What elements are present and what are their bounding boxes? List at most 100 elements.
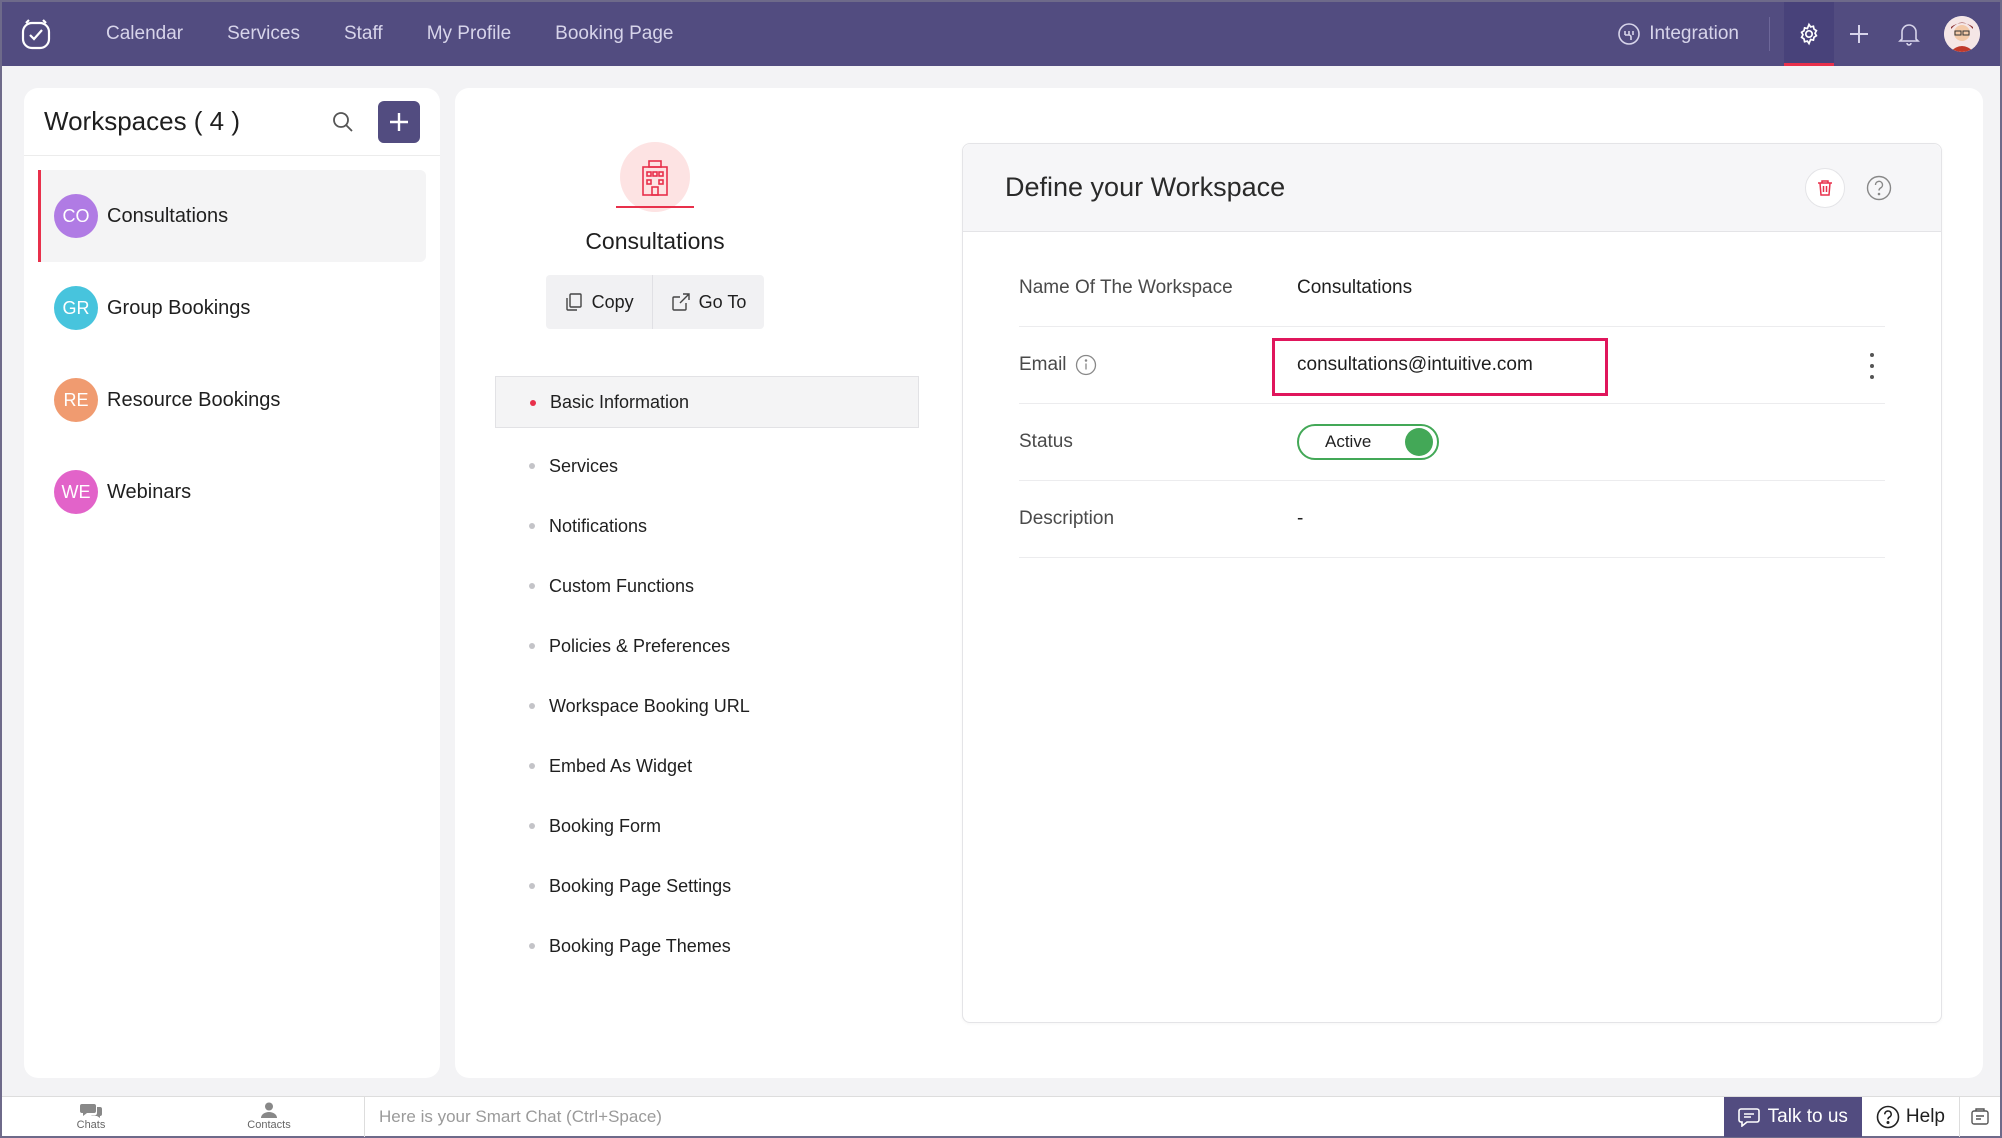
delete-workspace-button[interactable] <box>1805 167 1845 208</box>
menu-custom-functions[interactable]: Custom Functions <box>495 556 919 616</box>
settings-menu: Basic Information Services Notifications… <box>495 376 919 976</box>
contacts-label: Contacts <box>247 1119 291 1131</box>
menu-label: Basic Information <box>550 391 690 412</box>
info-icon[interactable] <box>1075 354 1097 376</box>
menu-booking-page-settings[interactable]: Booking Page Settings <box>495 856 919 916</box>
copy-label: Copy <box>591 291 634 312</box>
app-window: Calendar Services Staff My Profile Booki… <box>0 0 2002 1138</box>
workspace-name: Webinars <box>107 480 192 503</box>
copy-icon <box>565 293 582 311</box>
menu-embed-as-widget[interactable]: Embed As Widget <box>495 736 919 796</box>
search-icon <box>333 111 353 132</box>
menu-notifications[interactable]: Notifications <box>495 496 919 556</box>
question-icon <box>1866 175 1892 200</box>
chats-label: Chats <box>76 1119 106 1131</box>
workspaces-panel: Workspaces ( 4 ) CO Consultations GR Gro… <box>24 88 440 1078</box>
menu-label: Booking Form <box>549 815 662 836</box>
external-link-icon <box>671 293 690 311</box>
workspaces-header: Workspaces ( 4 ) <box>24 88 440 156</box>
menu-policies-preferences[interactable]: Policies & Preferences <box>495 616 919 676</box>
workspace-avatar: GR <box>54 286 98 330</box>
menu-booking-form[interactable]: Booking Form <box>495 796 919 856</box>
support-icon[interactable] <box>1960 1097 2000 1137</box>
chat-bubbles-icon <box>80 1104 102 1118</box>
workspace-actions: Copy Go To <box>545 275 765 329</box>
app-logo-icon[interactable] <box>18 16 54 52</box>
menu-label: Services <box>549 455 619 476</box>
description-value[interactable]: - <box>1297 508 1303 530</box>
name-value[interactable]: Consultations <box>1297 277 1412 299</box>
menu-label: Custom Functions <box>549 575 695 596</box>
settings-button[interactable] <box>1784 2 1834 66</box>
status-label: Status <box>1019 431 1073 452</box>
bell-icon <box>1898 24 1920 46</box>
more-options-icon[interactable] <box>1869 353 1875 379</box>
status-value: Active <box>1325 432 1372 451</box>
chat-icon <box>1737 1107 1760 1127</box>
name-label: Name Of The Workspace <box>1019 277 1233 298</box>
email-value[interactable]: consultations@intuitive.com <box>1297 354 1533 376</box>
workspace-detail-panel: Consultations Copy Go To Basic Informati… <box>455 88 1983 1078</box>
name-row: Name Of The Workspace Consultations <box>1019 250 1885 327</box>
description-row: Description - <box>1019 481 1885 558</box>
define-workspace-card: Define your Workspace Name Of The Worksp… <box>962 143 1942 1023</box>
search-button[interactable] <box>328 107 358 137</box>
menu-workspace-booking-url[interactable]: Workspace Booking URL <box>495 676 919 736</box>
workspace-avatar: WE <box>54 470 98 514</box>
smart-chat-input[interactable]: Here is your Smart Chat (Ctrl+Space) <box>364 1096 1724 1137</box>
integration-label: Integration <box>1649 23 1739 44</box>
copy-button[interactable]: Copy <box>546 275 652 329</box>
workspace-item-resource-bookings[interactable]: RE Resource Bookings <box>38 354 426 446</box>
nav-staff[interactable]: Staff <box>344 23 383 45</box>
building-icon <box>616 142 694 212</box>
workspace-header: Consultations Copy Go To <box>495 142 815 329</box>
plus-icon <box>1850 25 1868 43</box>
question-icon <box>1876 1105 1900 1128</box>
menu-label: Workspace Booking URL <box>549 695 750 716</box>
help-link[interactable]: Help <box>1862 1096 1960 1137</box>
integration-link[interactable]: Integration <box>1617 22 1739 46</box>
go-to-label: Go To <box>698 291 747 312</box>
help-label: Help <box>1905 1105 1945 1127</box>
workspace-list: CO Consultations GR Group Bookings RE Re… <box>24 156 440 538</box>
workspace-name: Resource Bookings <box>107 388 281 411</box>
contact-person-icon <box>261 1102 277 1118</box>
top-navbar: Calendar Services Staff My Profile Booki… <box>2 2 2000 66</box>
toggle-knob <box>1405 428 1433 456</box>
add-button[interactable] <box>1834 2 1884 66</box>
add-workspace-button[interactable] <box>378 100 420 143</box>
go-to-button[interactable]: Go To <box>651 275 765 329</box>
menu-services[interactable]: Services <box>495 436 919 496</box>
menu-label: Booking Page Settings <box>549 875 732 896</box>
contacts-tab[interactable]: Contacts <box>180 1097 358 1137</box>
nav-calendar[interactable]: Calendar <box>106 23 183 45</box>
workspace-fields: Name Of The Workspace Consultations Emai… <box>963 232 1941 558</box>
nav-services[interactable]: Services <box>227 23 300 45</box>
nav-divider <box>1769 17 1770 51</box>
card-title: Define your Workspace <box>1005 172 1286 202</box>
card-header: Define your Workspace <box>963 144 1941 232</box>
description-label: Description <box>1019 508 1115 529</box>
status-toggle[interactable]: Active <box>1297 424 1439 460</box>
menu-label: Notifications <box>549 515 648 536</box>
talk-to-us-button[interactable]: Talk to us <box>1723 1096 1862 1137</box>
workspaces-title: Workspaces ( 4 ) <box>44 106 241 136</box>
nav-my-profile[interactable]: My Profile <box>427 23 511 45</box>
status-row: Status Active <box>1019 404 1885 481</box>
chats-tab[interactable]: Chats <box>2 1097 180 1137</box>
menu-booking-page-themes[interactable]: Booking Page Themes <box>495 916 919 976</box>
menu-label: Policies & Preferences <box>549 635 731 656</box>
trash-icon <box>1818 179 1832 196</box>
workspace-item-webinars[interactable]: WE Webinars <box>38 446 426 538</box>
nav-booking-page[interactable]: Booking Page <box>555 23 673 45</box>
integration-icon <box>1618 23 1641 45</box>
talk-to-us-label: Talk to us <box>1767 1105 1848 1127</box>
menu-basic-information[interactable]: Basic Information <box>495 376 919 428</box>
notifications-button[interactable] <box>1884 2 1934 66</box>
email-label: Email <box>1019 354 1067 375</box>
workspace-item-group-bookings[interactable]: GR Group Bookings <box>38 262 426 354</box>
workspace-item-consultations[interactable]: CO Consultations <box>38 170 426 262</box>
user-avatar[interactable] <box>1944 16 1980 52</box>
workspace-avatar: CO <box>54 194 98 238</box>
help-button[interactable] <box>1859 168 1899 208</box>
